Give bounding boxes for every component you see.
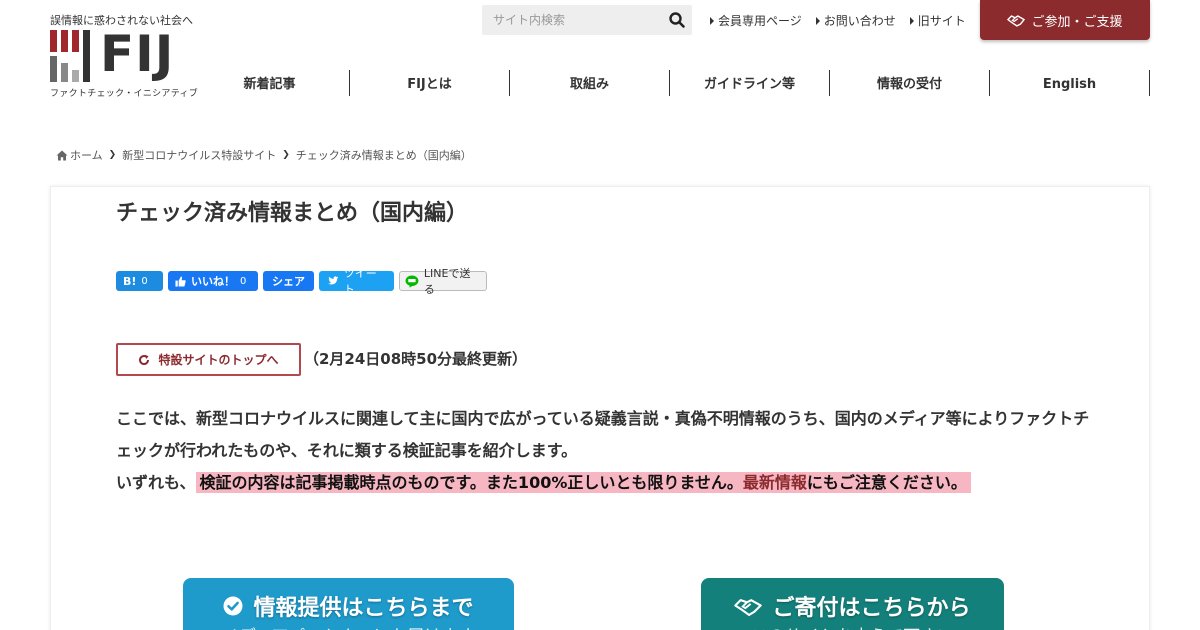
handshake-icon	[734, 598, 763, 616]
nav-item-submissions[interactable]: 情報の受付	[830, 70, 990, 96]
line-share-button[interactable]: LINEで送る	[399, 267, 487, 296]
top-links: 会員専用ページ お問い合わせ 旧サイト	[710, 12, 966, 29]
special-site-top-button[interactable]: 特設サイトのトップへ	[116, 343, 301, 376]
nav-item-about[interactable]: FIJとは	[350, 70, 510, 96]
search-icon[interactable]	[668, 11, 686, 29]
donation-button[interactable]: ご寄付はこちらから このサイトを支えて下さい	[701, 578, 1004, 630]
share-buttons: B! 0 いいね！ 0 シェア ツイート LINEで送る	[116, 267, 487, 296]
thumbs-up-icon	[175, 275, 186, 287]
handshake-icon	[1007, 14, 1026, 27]
check-circle-icon	[223, 596, 243, 616]
nav-item-guidelines[interactable]: ガイドライン等	[670, 70, 830, 96]
breadcrumb-home[interactable]: ホーム	[56, 147, 103, 163]
site-search	[482, 5, 692, 35]
home-icon	[56, 150, 68, 160]
latest-info-link[interactable]: 最新情報	[743, 473, 807, 492]
logo-wordmark: FIJ	[100, 25, 175, 83]
last-updated: （2月24日08時50分最終更新）	[304, 350, 528, 368]
caret-right-icon	[815, 16, 820, 25]
nav-item-activities[interactable]: 取組み	[510, 70, 670, 96]
search-input[interactable]	[482, 5, 658, 35]
nav-item-news[interactable]: 新着記事	[190, 70, 350, 96]
chevron-right-icon: ❯	[108, 150, 117, 160]
facebook-like-button[interactable]: いいね！ 0	[168, 271, 258, 291]
caret-right-icon	[909, 16, 914, 25]
logo-subtitle: ファクトチェック・イニシアティブ	[50, 89, 199, 99]
chevron-right-icon: ❯	[282, 150, 290, 160]
nav-item-english[interactable]: English	[990, 70, 1150, 96]
site-logo[interactable]: FIJ ファクトチェック・イニシアティブ	[50, 25, 200, 99]
hatena-bookmark-button[interactable]: B! 0	[116, 271, 163, 291]
article-intro: ここでは、新型コロナウイルスに関連して主に国内で広がっている疑義言説・真偽不明情…	[116, 403, 1096, 499]
refresh-icon	[139, 354, 150, 365]
breadcrumb-current: チェック済み情報まとめ（国内編）	[295, 149, 472, 162]
join-support-button[interactable]: ご参加・ご支援	[980, 0, 1150, 40]
page-title: チェック済み情報まとめ（国内編）	[116, 201, 469, 226]
facebook-share-button[interactable]: シェア	[263, 271, 314, 291]
info-submission-button[interactable]: 情報提供はこちらまで メディアパートナーにも届けます	[183, 578, 514, 630]
old-site-link[interactable]: 旧サイト	[909, 12, 966, 29]
notice-lead: いずれも、	[116, 473, 196, 492]
members-link[interactable]: 会員専用ページ	[710, 12, 802, 29]
main-nav: 新着記事 FIJとは 取組み ガイドライン等 情報の受付 English	[190, 70, 1150, 96]
article-card: チェック済み情報まとめ（国内編） B! 0 いいね！ 0 シェア ツイート LI…	[50, 186, 1150, 630]
line-icon	[405, 275, 419, 288]
intro-paragraph: ここでは、新型コロナウイルスに関連して主に国内で広がっている疑義言説・真偽不明情…	[116, 409, 1090, 460]
twitter-bird-icon	[328, 275, 339, 285]
logo-mark-icon	[50, 30, 90, 82]
tweet-button[interactable]: ツイート	[319, 267, 394, 296]
breadcrumb-level1[interactable]: 新型コロナウイルス特設サイト	[122, 147, 276, 163]
breadcrumb: ホーム ❯ 新型コロナウイルス特設サイト ❯ チェック済み情報まとめ（国内編）	[56, 147, 472, 163]
contact-link[interactable]: お問い合わせ	[815, 12, 896, 29]
caret-right-icon	[710, 16, 714, 25]
notice-highlight: 検証の内容は記事掲載時点のものです。また100%正しいとも限りません。最新情報に…	[195, 472, 971, 493]
